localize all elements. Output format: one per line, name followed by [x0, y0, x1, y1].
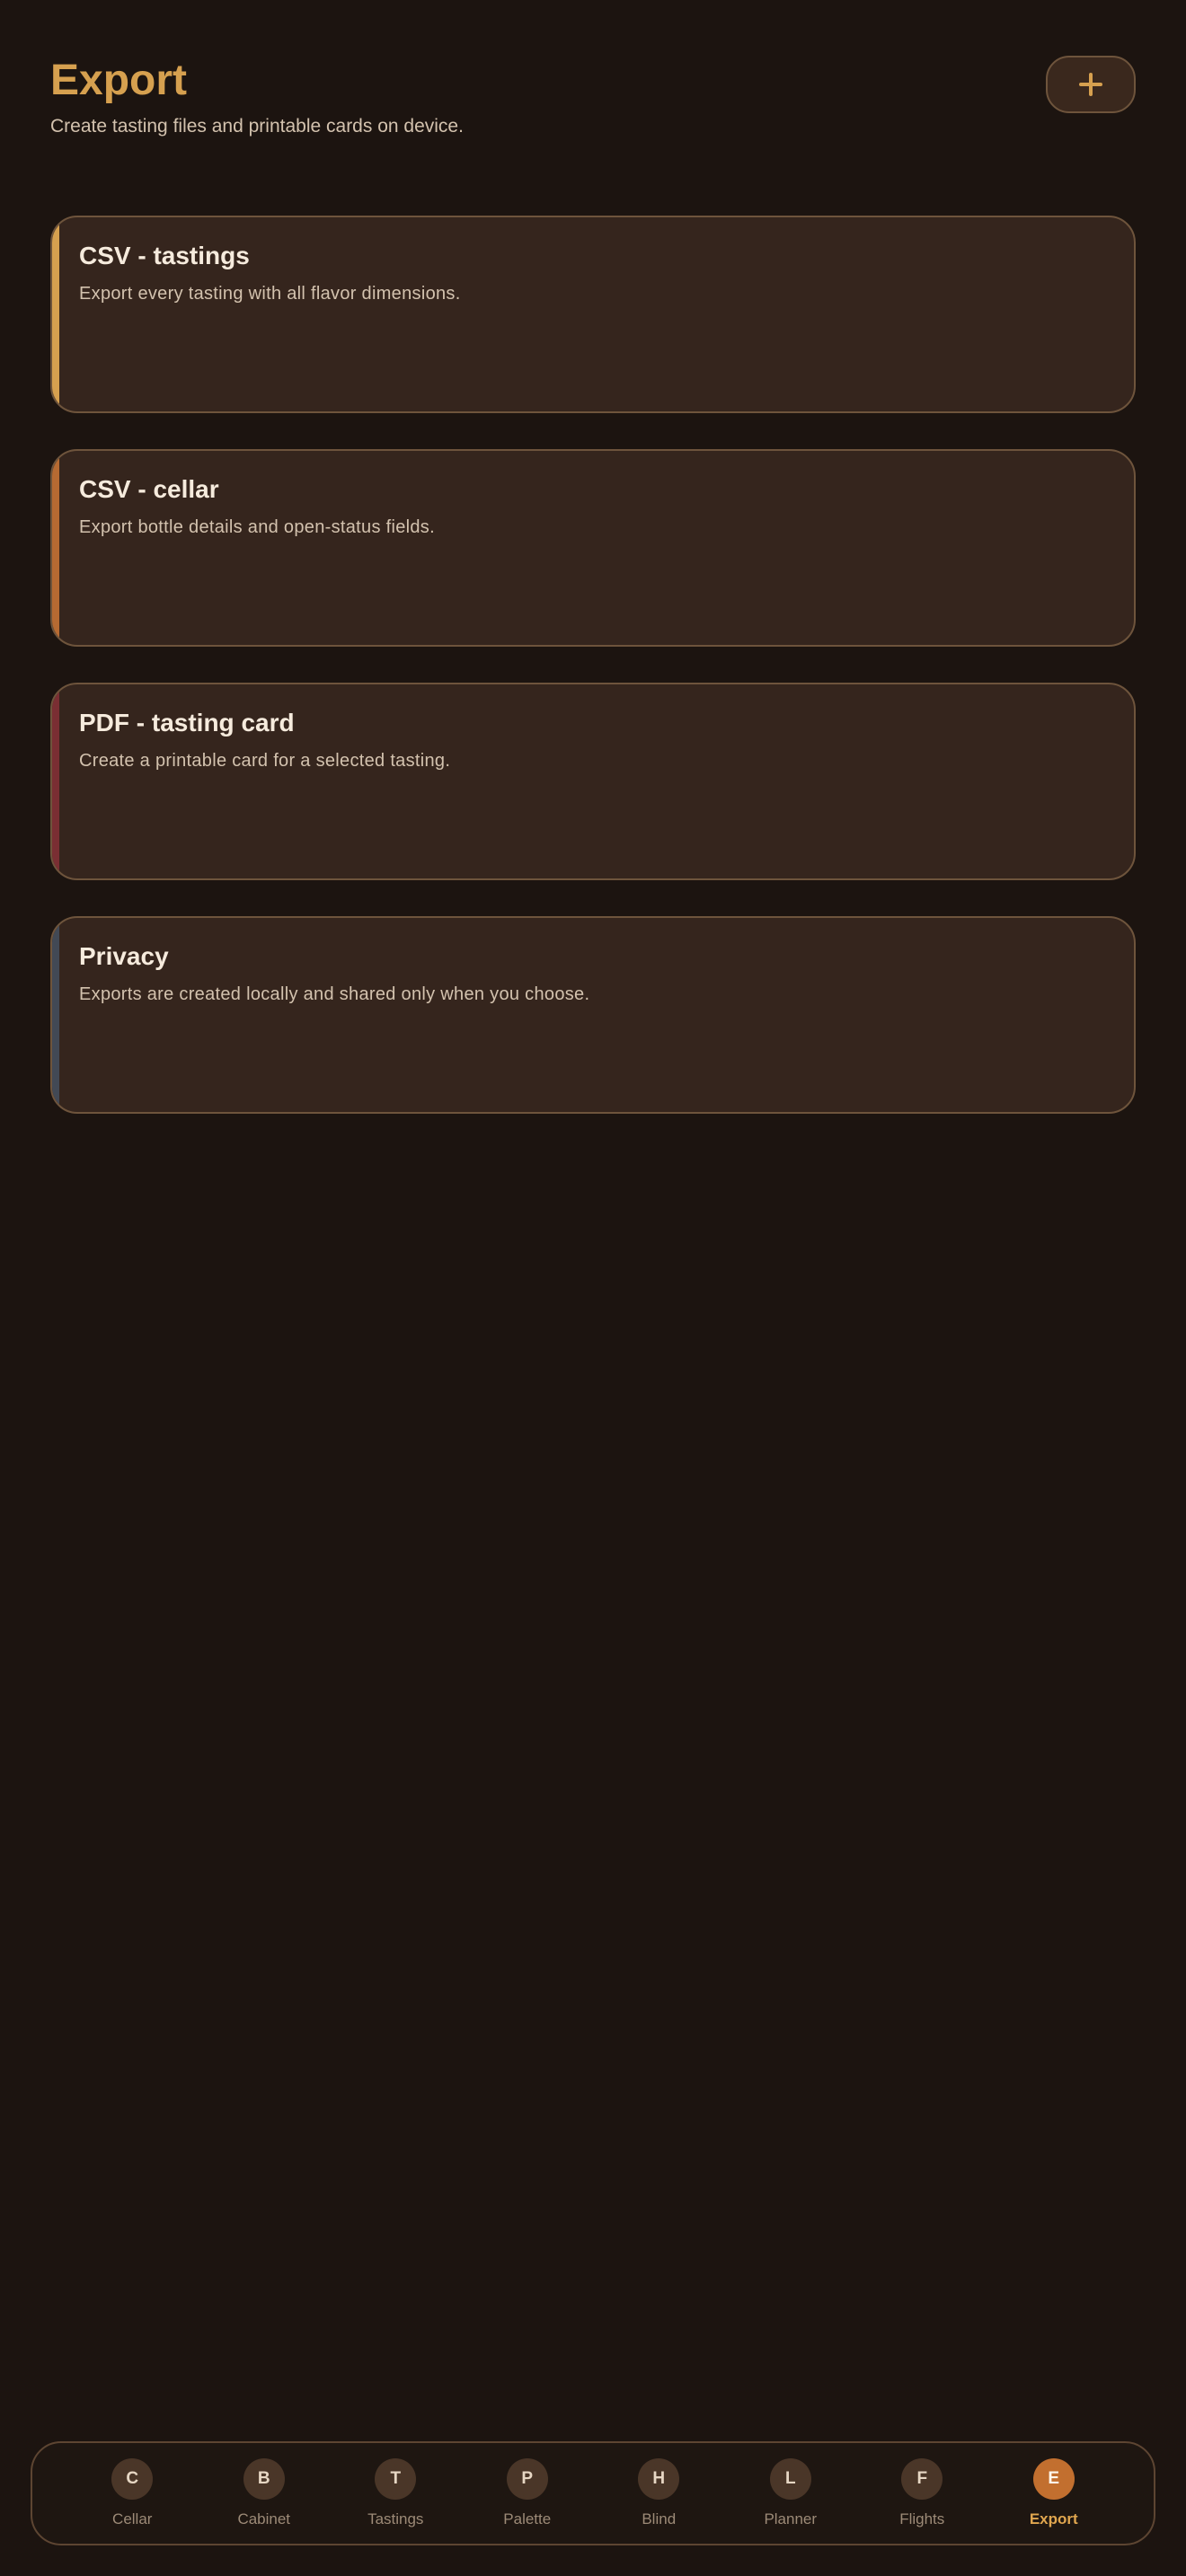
nav-label: Tastings [367, 2510, 424, 2527]
card-accent-bar [52, 918, 59, 1112]
nav-badge: E [1032, 2458, 1075, 2500]
nav-badge: F [901, 2458, 943, 2500]
nav-label: Export [1029, 2510, 1078, 2527]
card-description: Exports are created locally and shared o… [79, 984, 590, 1004]
card-accent-bar [52, 217, 59, 411]
card-title: CSV - tastings [79, 242, 250, 269]
nav-badge: H [638, 2458, 680, 2500]
export-card-csv-tastings[interactable]: CSV - tastings Export every tasting with… [50, 216, 1136, 413]
card-title: Privacy [79, 942, 169, 970]
card-accent-bar [52, 684, 59, 878]
add-button[interactable] [1046, 56, 1136, 113]
nav-badge: L [769, 2458, 811, 2500]
page-header: Export Create tasting files and printabl… [50, 56, 1136, 154]
nav-label: Palette [503, 2510, 552, 2527]
card-description: Export every tasting with all flavor dim… [79, 284, 461, 304]
nav-label: Flights [899, 2510, 945, 2527]
plus-icon [1079, 73, 1102, 96]
privacy-card: Privacy Exports are created locally and … [50, 916, 1136, 1114]
nav-item-planner[interactable]: L Planner [737, 2458, 845, 2528]
export-card-pdf-tasting-card[interactable]: PDF - tasting card Create a printable ca… [50, 683, 1136, 880]
nav-badge: P [506, 2458, 548, 2500]
nav-label: Cellar [112, 2510, 153, 2527]
nav-item-export[interactable]: E Export [1000, 2458, 1108, 2528]
nav-item-tastings[interactable]: T Tastings [341, 2458, 449, 2528]
page-subtitle: Create tasting files and printable cards… [50, 116, 464, 137]
card-accent-bar [52, 451, 59, 645]
nav-item-cabinet[interactable]: B Cabinet [210, 2458, 318, 2528]
nav-label: Planner [764, 2510, 818, 2527]
nav-badge: T [375, 2458, 417, 2500]
page-title: Export [50, 57, 188, 104]
nav-badge: B [243, 2458, 285, 2500]
nav-item-blind[interactable]: H Blind [605, 2458, 712, 2528]
nav-label: Cabinet [237, 2510, 291, 2527]
card-title: CSV - cellar [79, 475, 219, 503]
bottom-nav: C Cellar B Cabinet T Tastings P Palette … [31, 2441, 1155, 2545]
nav-badge: C [111, 2458, 154, 2500]
export-options-list: CSV - tastings Export every tasting with… [50, 216, 1136, 1150]
card-description: Export bottle details and open-status fi… [79, 517, 435, 537]
card-description: Create a printable card for a selected t… [79, 751, 451, 771]
export-card-csv-cellar[interactable]: CSV - cellar Export bottle details and o… [50, 449, 1136, 647]
nav-item-flights[interactable]: F Flights [868, 2458, 976, 2528]
nav-item-cellar[interactable]: C Cellar [78, 2458, 186, 2528]
nav-item-palette[interactable]: P Palette [474, 2458, 581, 2528]
card-title: PDF - tasting card [79, 709, 295, 737]
nav-label: Blind [642, 2510, 677, 2527]
